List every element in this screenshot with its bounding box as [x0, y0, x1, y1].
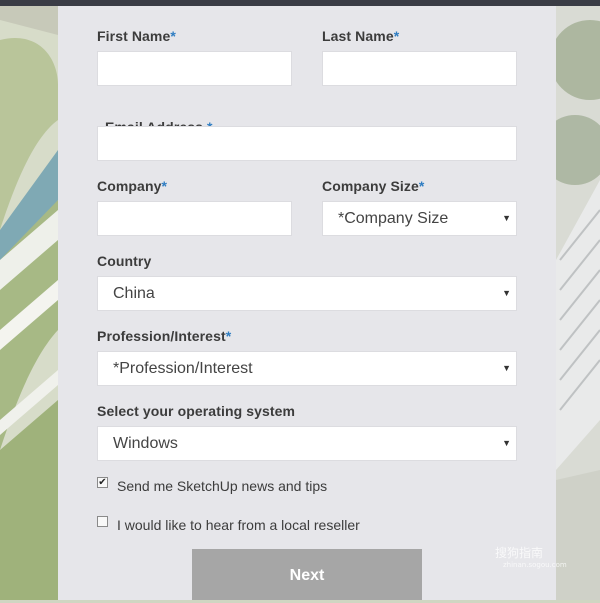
- first-name-label-text: First Name: [97, 28, 171, 44]
- company-size-select[interactable]: *Company Size ▼: [322, 201, 517, 236]
- company-size-label: Company Size*: [322, 178, 424, 194]
- company-size-label-text: Company Size: [322, 178, 419, 194]
- country-label: Country: [97, 253, 151, 269]
- required-marker: *: [170, 28, 176, 44]
- required-marker: *: [225, 328, 232, 344]
- last-name-label: Last Name*: [322, 28, 399, 44]
- required-marker: *: [393, 28, 400, 44]
- email-input[interactable]: [97, 126, 517, 161]
- reseller-checkbox[interactable]: [97, 516, 108, 527]
- watermark-subtext: zhinan.sogou.com: [503, 561, 567, 569]
- watermark-text: 搜狗指南: [495, 546, 544, 560]
- company-size-selected-value: *Company Size: [338, 210, 449, 227]
- next-button[interactable]: Next: [192, 549, 422, 600]
- country-select[interactable]: China ▼: [97, 276, 517, 311]
- last-name-input[interactable]: [322, 51, 517, 86]
- profession-select[interactable]: *Profession/Interest ▼: [97, 351, 517, 386]
- dropdown-arrow-icon: ▼: [502, 363, 511, 373]
- profession-label: Profession/Interest*: [97, 328, 231, 344]
- watermark-logo: 搜狗指南 zhinan.sogou.com: [495, 544, 567, 569]
- country-selected-value: China: [113, 285, 155, 302]
- company-input[interactable]: [97, 201, 292, 236]
- company-label: Company*: [97, 178, 167, 194]
- profession-selected-value: *Profession/Interest: [113, 360, 253, 377]
- os-label: Select your operating system: [97, 403, 295, 419]
- os-label-text: Select your operating system: [97, 403, 296, 419]
- news-checkbox-label[interactable]: Send me SketchUp news and tips: [117, 478, 327, 494]
- checkmark-icon: ✔: [98, 477, 107, 488]
- country-label-text: Country: [97, 253, 152, 269]
- required-marker: *: [161, 178, 168, 194]
- os-selected-value: Windows: [113, 435, 178, 452]
- last-name-label-text: Last Name: [322, 28, 394, 44]
- first-name-input[interactable]: [97, 51, 292, 86]
- profession-label-text: Profession/Interest: [97, 328, 226, 344]
- dropdown-arrow-icon: ▼: [502, 288, 511, 298]
- first-name-label: First Name*: [97, 28, 176, 44]
- news-checkbox[interactable]: ✔: [97, 477, 108, 488]
- dropdown-arrow-icon: ▼: [502, 438, 511, 448]
- dropdown-arrow-icon: ▼: [502, 213, 511, 223]
- required-marker: *: [418, 178, 425, 194]
- os-select[interactable]: Windows ▼: [97, 426, 517, 461]
- company-label-text: Company: [97, 178, 162, 194]
- reseller-checkbox-label[interactable]: I would like to hear from a local resell…: [117, 517, 360, 533]
